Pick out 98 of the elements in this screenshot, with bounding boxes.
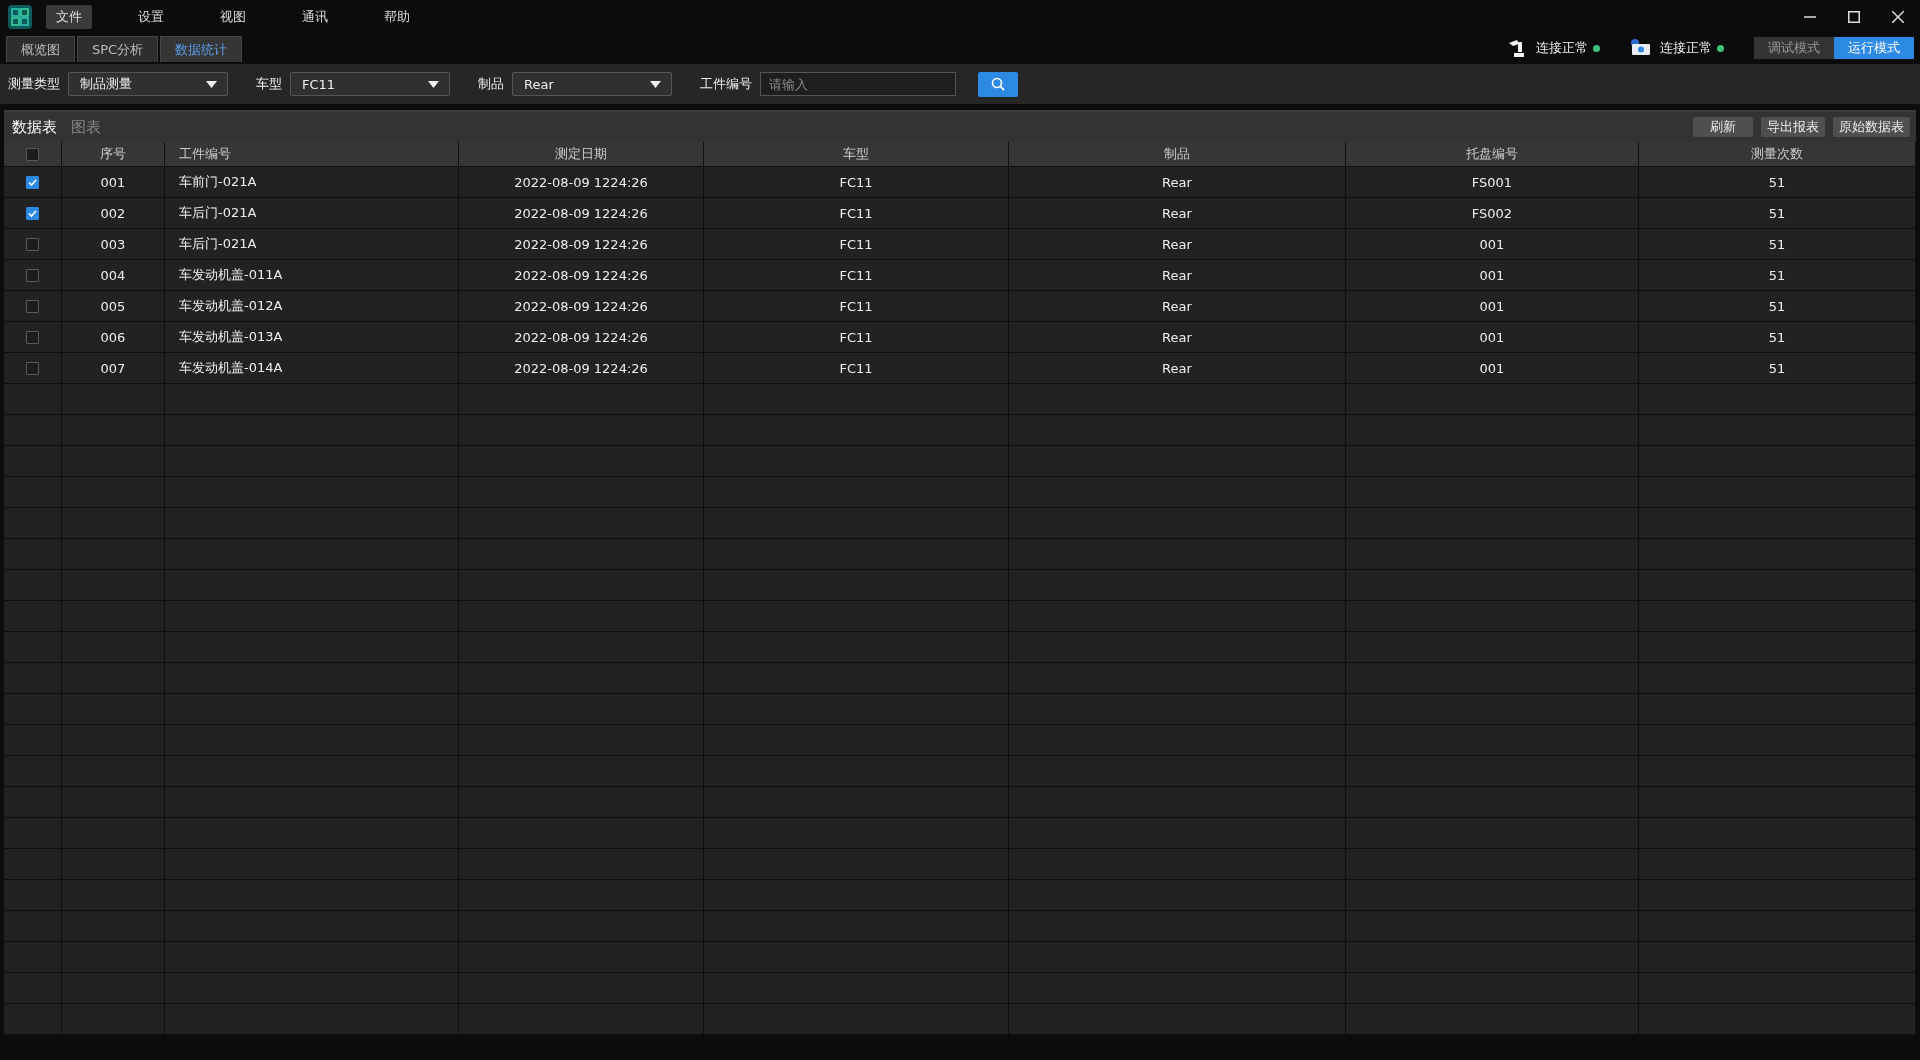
table-cell: 2022-08-09 1224:26 bbox=[459, 353, 704, 384]
app-logo-icon bbox=[8, 5, 32, 29]
table-cell: 51 bbox=[1639, 291, 1916, 322]
input-field[interactable]: 请输入 bbox=[760, 72, 956, 96]
tab[interactable]: 概览图 bbox=[6, 36, 75, 62]
table-cell: FS002 bbox=[1346, 198, 1639, 229]
checkbox[interactable] bbox=[26, 206, 39, 220]
menu-item[interactable]: 帮助 bbox=[374, 5, 420, 29]
dropdown[interactable]: FC11 bbox=[290, 72, 450, 96]
table-cell: 004 bbox=[62, 260, 165, 291]
menu-item[interactable]: 视图 bbox=[210, 5, 256, 29]
table-cell: 车前门-021A bbox=[165, 167, 459, 198]
filter-label: 制品 bbox=[478, 75, 504, 93]
table-cell: FC11 bbox=[704, 353, 1009, 384]
checkbox[interactable] bbox=[26, 147, 39, 161]
search-button[interactable] bbox=[978, 71, 1018, 97]
checkbox[interactable] bbox=[26, 299, 39, 313]
table-cell: 51 bbox=[1639, 322, 1916, 353]
table-cell: 51 bbox=[1639, 229, 1916, 260]
table-cell: FC11 bbox=[704, 229, 1009, 260]
table-cell: 车后门-021A bbox=[165, 198, 459, 229]
column-header[interactable]: 测量次数 bbox=[1639, 142, 1916, 167]
table-cell: 51 bbox=[1639, 260, 1916, 291]
checkbox[interactable] bbox=[26, 175, 39, 189]
close-icon[interactable] bbox=[1892, 11, 1904, 23]
mode-toggle[interactable]: 调试模式 bbox=[1754, 37, 1834, 59]
table-cell: 车发动机盖-013A bbox=[165, 322, 459, 353]
checkbox[interactable] bbox=[26, 330, 39, 344]
table-cell: 2022-08-09 1224:26 bbox=[459, 291, 704, 322]
table-cell: FC11 bbox=[704, 291, 1009, 322]
table-cell: 001 bbox=[62, 167, 165, 198]
table-cell: 001 bbox=[1346, 353, 1639, 384]
caret-icon bbox=[206, 80, 217, 88]
checkbox[interactable] bbox=[26, 237, 39, 251]
table-cell: 车发动机盖-012A bbox=[165, 291, 459, 322]
menu-item[interactable]: 设置 bbox=[128, 5, 174, 29]
tab[interactable]: 数据统计 bbox=[160, 36, 243, 62]
table-cell: 车后门-021A bbox=[165, 229, 459, 260]
view-tab[interactable]: 数据表 bbox=[12, 117, 57, 137]
column-header[interactable]: 序号 bbox=[62, 142, 165, 167]
column-header[interactable]: 车型 bbox=[704, 142, 1009, 167]
column-header[interactable]: 制品 bbox=[1009, 142, 1346, 167]
table-cell: FC11 bbox=[704, 198, 1009, 229]
table-cell: Rear bbox=[1009, 229, 1346, 260]
menu-item[interactable]: 通讯 bbox=[292, 5, 338, 29]
column-header[interactable]: 托盘编号 bbox=[1346, 142, 1639, 167]
dropdown[interactable]: 制品测量 bbox=[68, 72, 228, 96]
table-cell: 007 bbox=[62, 353, 165, 384]
mode-toggle[interactable]: 运行模式 bbox=[1834, 37, 1914, 59]
status-label: 连接正常 bbox=[1536, 39, 1588, 57]
table-cell: 001 bbox=[1346, 229, 1639, 260]
table-cell: Rear bbox=[1009, 167, 1346, 198]
table-cell: FS001 bbox=[1346, 167, 1639, 198]
filter-label: 工件编号 bbox=[700, 75, 752, 93]
table-cell: 车发动机盖-011A bbox=[165, 260, 459, 291]
table-cell: 002 bbox=[62, 198, 165, 229]
column-header[interactable]: 工件编号 bbox=[165, 142, 459, 167]
column-header[interactable]: 测定日期 bbox=[459, 142, 704, 167]
table-cell: Rear bbox=[1009, 198, 1346, 229]
action-button[interactable]: 导出报表 bbox=[1761, 117, 1825, 137]
table-cell: 006 bbox=[62, 322, 165, 353]
table-cell: FC11 bbox=[704, 260, 1009, 291]
checkbox[interactable] bbox=[26, 268, 39, 282]
table-cell: 003 bbox=[62, 229, 165, 260]
table-cell: 2022-08-09 1224:26 bbox=[459, 229, 704, 260]
table-cell: FC11 bbox=[704, 322, 1009, 353]
table-cell: 2022-08-09 1224:26 bbox=[459, 167, 704, 198]
filter-label: 测量类型 bbox=[8, 75, 60, 93]
table-cell: 2022-08-09 1224:26 bbox=[459, 322, 704, 353]
search-icon bbox=[991, 77, 1005, 91]
view-tab[interactable]: 图表 bbox=[71, 117, 101, 137]
table-cell: 2022-08-09 1224:26 bbox=[459, 198, 704, 229]
table-cell: 51 bbox=[1639, 198, 1916, 229]
status-label: 连接正常 bbox=[1660, 39, 1712, 57]
table-cell: 001 bbox=[1346, 260, 1639, 291]
table-cell: 车发动机盖-014A bbox=[165, 353, 459, 384]
checkbox[interactable] bbox=[26, 361, 39, 375]
caret-icon bbox=[650, 80, 661, 88]
table-cell: 001 bbox=[1346, 322, 1639, 353]
dropdown[interactable]: Rear bbox=[512, 72, 672, 96]
table-cell: Rear bbox=[1009, 291, 1346, 322]
table-cell: 51 bbox=[1639, 353, 1916, 384]
action-button[interactable]: 刷新 bbox=[1693, 117, 1753, 137]
table-cell: Rear bbox=[1009, 322, 1346, 353]
action-button[interactable]: 原始数据表 bbox=[1833, 117, 1910, 137]
table-cell: 005 bbox=[62, 291, 165, 322]
filter-label: 车型 bbox=[256, 75, 282, 93]
menu-item[interactable]: 文件 bbox=[46, 5, 92, 29]
tab[interactable]: SPC分析 bbox=[77, 36, 159, 62]
caret-icon bbox=[428, 80, 439, 88]
camera-icon bbox=[1630, 38, 1652, 58]
table-cell: 2022-08-09 1224:26 bbox=[459, 260, 704, 291]
maximize-icon[interactable] bbox=[1848, 11, 1860, 23]
table-cell: Rear bbox=[1009, 353, 1346, 384]
table-cell: Rear bbox=[1009, 260, 1346, 291]
table-cell: 001 bbox=[1346, 291, 1639, 322]
table-cell: FC11 bbox=[704, 167, 1009, 198]
table-cell: 51 bbox=[1639, 167, 1916, 198]
